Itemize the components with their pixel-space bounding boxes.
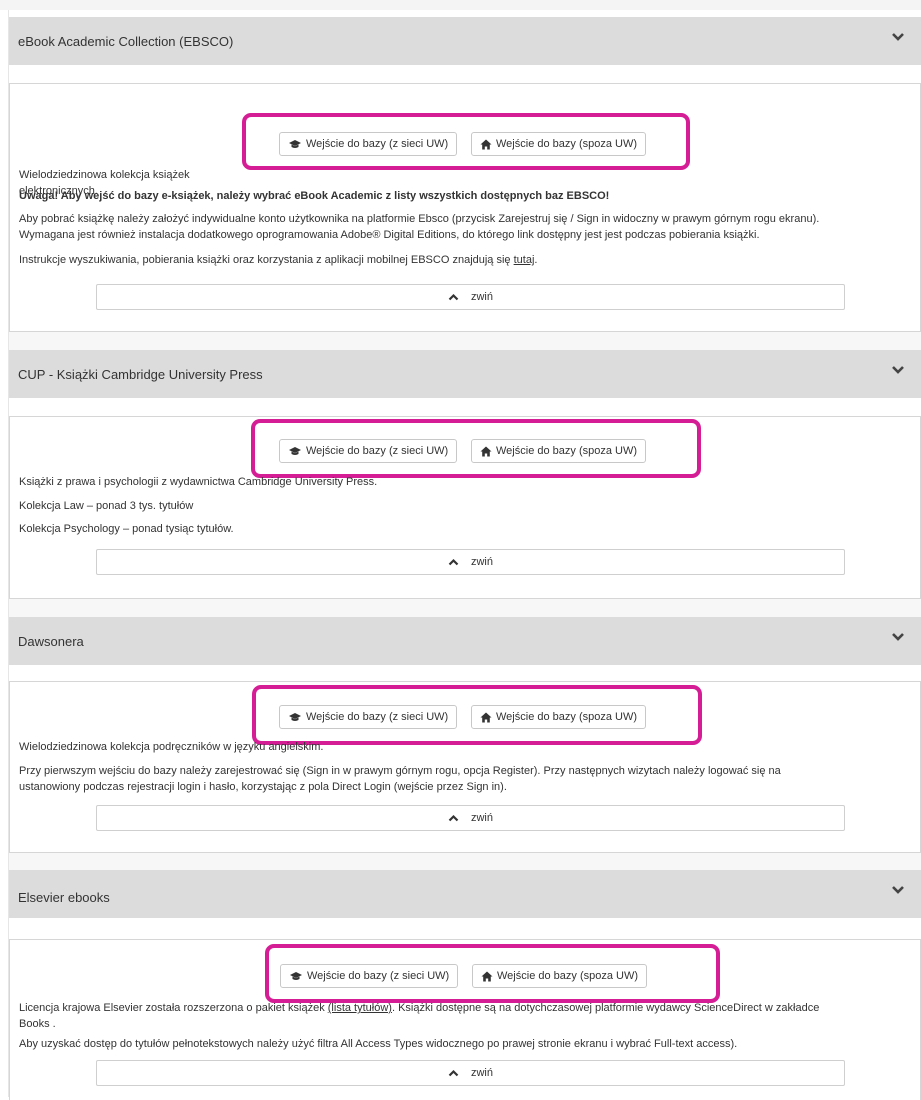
collapse-button[interactable]: zwiń [96,1060,845,1086]
collapse-button[interactable]: zwiń [96,549,845,575]
enter-off-network-button[interactable]: Wejście do bazy (spoza UW) [472,964,648,988]
home-icon [480,712,492,722]
description: Książki z prawa i psychologii z wydawnic… [19,476,378,488]
instructions-paragraph: Instrukcje wyszukiwania, pobierania ksią… [19,252,914,268]
graduation-cap-icon [289,140,301,148]
collapse-label: zwiń [470,812,493,824]
top-strip [0,0,921,10]
paragraph-line: Books . [19,1018,56,1030]
home-icon [481,971,493,981]
panel-ebsco: eBook Academic Collection (EBSCO) Wejści… [9,17,921,332]
warning-text: Uwaga! Aby wejść do bazy e-książek, nale… [19,190,610,202]
instructions-text: Instrukcje wyszukiwania, pobierania ksią… [19,254,511,266]
button-label: Wejście do bazy (z sieci UW) [307,970,450,982]
panel-title: eBook Academic Collection (EBSCO) [18,34,234,49]
paragraph: Przy pierwszym wejściu do bazy należy za… [19,763,914,795]
collapse-button[interactable]: zwiń [96,284,845,310]
home-icon [480,139,492,149]
paragraph: Licencja krajowa Elsevier została rozsze… [19,1000,914,1032]
panel-header-elsevier[interactable]: Elsevier ebooks [9,870,921,918]
panel-body-dawsonera: Wejście do bazy (z sieci UW) Wejście do … [9,681,921,853]
punctuation: . [534,254,538,266]
chevron-down-icon[interactable] [891,365,905,375]
chevron-up-icon [448,293,459,301]
button-label: Wejście do bazy (z sieci UW) [306,138,449,150]
button-label: Wejście do bazy (spoza UW) [496,445,638,457]
graduation-cap-icon [289,447,301,455]
enter-off-network-button[interactable]: Wejście do bazy (spoza UW) [471,439,647,463]
description: Wielodziedzinowa kolekcja podręczników w… [19,741,324,753]
enter-in-network-button[interactable]: Wejście do bazy (z sieci UW) [280,964,459,988]
title-list-link[interactable]: (lista tytułów) [328,1002,392,1014]
graduation-cap-icon [290,972,302,980]
panel-cup: CUP - Książki Cambridge University Press… [9,350,921,599]
button-label: Wejście do bazy (z sieci UW) [306,445,449,457]
chevron-down-icon[interactable] [891,32,905,42]
chevron-up-icon [448,814,459,822]
paragraph-line: Wymagana jest również instalacja dodatko… [19,229,760,241]
paragraph-line: ustanowiony podczas rejestracji login i … [19,781,507,793]
collapse-label: zwiń [470,556,493,568]
button-label: Wejście do bazy (spoza UW) [496,711,638,723]
panel-header-ebsco[interactable]: eBook Academic Collection (EBSCO) [9,17,921,65]
panel-body-ebsco: Wejście do bazy (z sieci UW) Wejście do … [9,83,921,332]
button-label: Wejście do bazy (spoza UW) [497,970,639,982]
paragraph-text: Licencja krajowa Elsevier została rozsze… [19,1002,325,1014]
panel-title: CUP - Książki Cambridge University Press [18,367,263,382]
panel-title: Dawsonera [18,634,84,649]
button-label: Wejście do bazy (z sieci UW) [306,711,449,723]
collection-psychology: Kolekcja Psychology – ponad tysiąc tytuł… [19,523,234,535]
enter-off-network-button[interactable]: Wejście do bazy (spoza UW) [471,132,647,156]
chevron-up-icon [448,558,459,566]
panel-header-dawsonera[interactable]: Dawsonera [9,617,921,665]
panel-dawsonera: Dawsonera Wejście do bazy (z sieci UW) W… [9,617,921,853]
home-icon [480,446,492,456]
access-note: Aby uzyskać dostęp do tytułów pełnotekst… [19,1038,738,1050]
panel-body-cup: Wejście do bazy (z sieci UW) Wejście do … [9,416,921,599]
paragraph-line: Aby pobrać książkę należy założyć indywi… [19,213,820,225]
panel-body-elsevier: Wejście do bazy (z sieci UW) Wejście do … [9,939,921,1100]
chevron-down-icon[interactable] [891,632,905,642]
enter-off-network-button[interactable]: Wejście do bazy (spoza UW) [471,705,647,729]
collection-law: Kolekcja Law – ponad 3 tys. tytułów [19,500,194,512]
paragraph-line: Licencja krajowa Elsevier została rozsze… [19,1000,914,1016]
paragraph-line: Przy pierwszym wejściu do bazy należy za… [19,765,781,777]
collapse-button[interactable]: zwiń [96,805,845,831]
collapse-label: zwiń [470,291,493,303]
panel-gap [9,853,921,870]
panel-elsevier: Elsevier ebooks Wejście do bazy (z sieci… [9,870,921,1100]
paragraph-text: . Książki dostępne są na dotychczasowej … [391,1002,820,1014]
chevron-down-icon[interactable] [891,885,905,895]
paragraph: Aby pobrać książkę należy założyć indywi… [19,211,914,243]
graduation-cap-icon [289,713,301,721]
chevron-up-icon [448,1069,459,1077]
instructions-link[interactable]: tutaj [514,254,535,266]
enter-in-network-button[interactable]: Wejście do bazy (z sieci UW) [279,132,458,156]
button-label: Wejście do bazy (spoza UW) [496,138,638,150]
panel-gap [9,599,921,617]
enter-in-network-button[interactable]: Wejście do bazy (z sieci UW) [279,705,458,729]
panel-gap [9,332,921,350]
enter-in-network-button[interactable]: Wejście do bazy (z sieci UW) [279,439,458,463]
panel-title: Elsevier ebooks [18,890,110,905]
collapse-label: zwiń [470,1067,493,1079]
panel-header-cup[interactable]: CUP - Książki Cambridge University Press [9,350,921,398]
